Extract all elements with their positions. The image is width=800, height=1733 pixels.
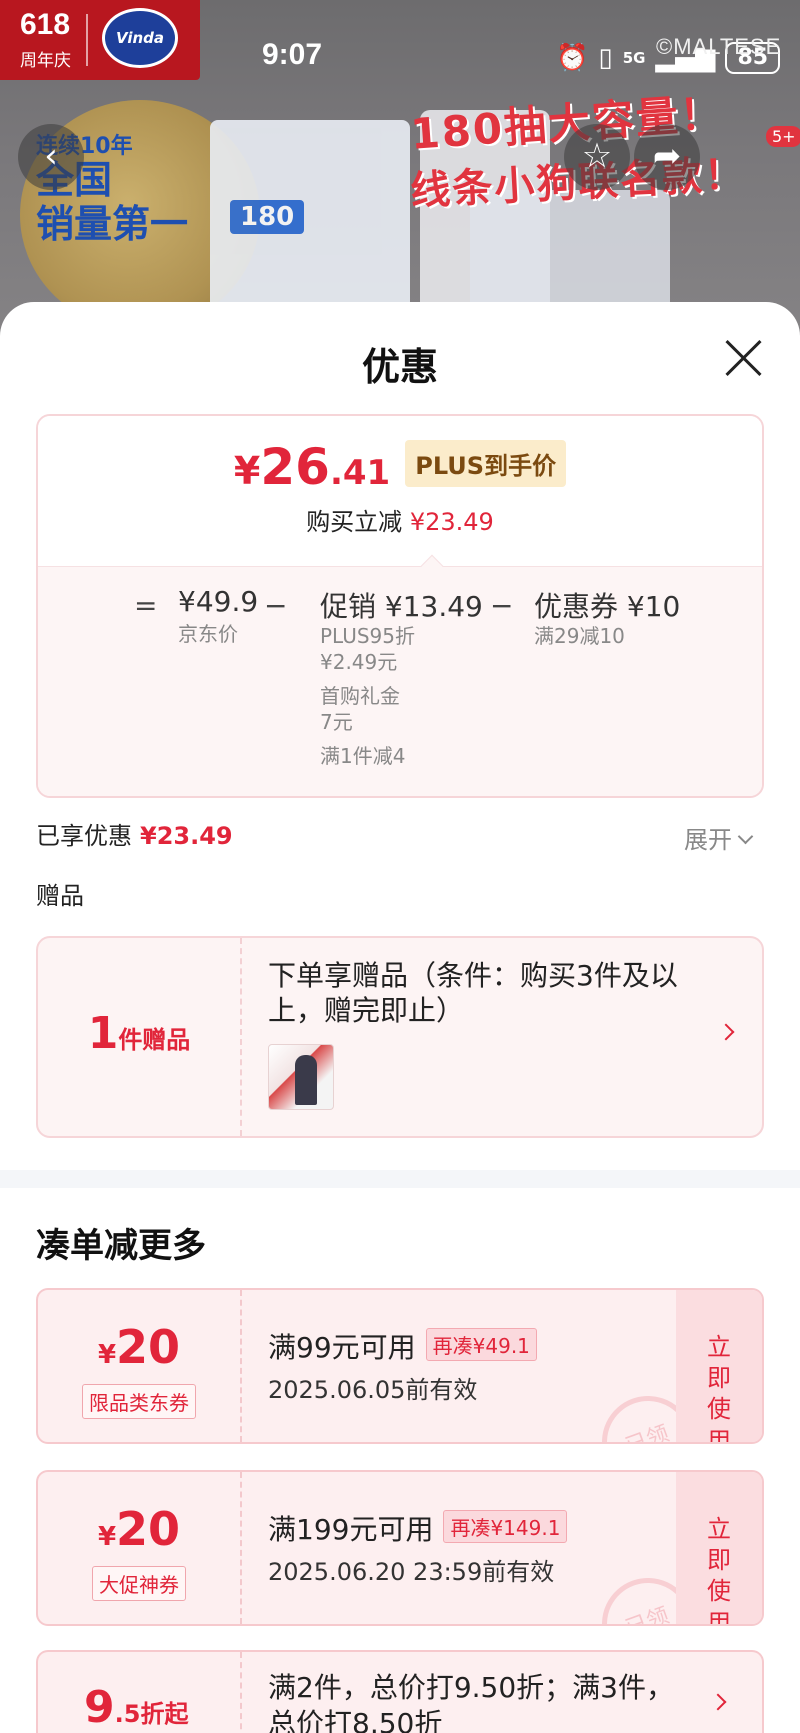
section-divider [0, 1170, 800, 1188]
status-time: 9:07 [262, 38, 323, 71]
coupon-amount: ¥20 [38, 1502, 240, 1556]
instant-reduction: 购买立减 ¥23.49 [38, 502, 762, 537]
price-integer: 26 [260, 438, 330, 496]
coupon-extra-tag: 再凑¥49.1 [425, 1328, 537, 1361]
enjoyed-amount: ¥23.49 [140, 822, 233, 850]
coupon-amount-number: 20 [116, 1502, 181, 1556]
promo-amount: 促销 ¥13.49 [320, 590, 483, 623]
jd-price-label: 京东价 [178, 622, 238, 646]
event-subtitle: 周年庆 [20, 51, 71, 71]
price-summary: ¥26.41 PLUS到手价 购买立减 ¥23.49 [38, 416, 762, 566]
promo-item-4: 7元 [320, 710, 353, 734]
coupon-type-tag: 限品类东券 [82, 1384, 196, 1419]
star-icon: ☆ [581, 136, 613, 176]
coupon-amount: 优惠券 ¥10 [534, 590, 681, 623]
coupon-card: ¥20 大促神券 满199元可用 再凑¥149.1 2025.06.20 23:5… [36, 1470, 764, 1626]
gift-thumbnail [268, 1044, 334, 1110]
coupon-card: ¥20 限品类东券 满99元可用 再凑¥49.1 2025.06.05前有效 已领… [36, 1288, 764, 1444]
price-decimal: .41 [329, 453, 391, 493]
favorite-button[interactable]: ☆ [564, 124, 630, 190]
use-now-button[interactable]: 立即使用 [676, 1290, 762, 1442]
reduction-amount: ¥23.49 [409, 508, 494, 536]
minus-sign-2: − [490, 589, 514, 622]
vibrate-icon: ▯ [598, 43, 613, 73]
back-button[interactable]: ‹ [18, 124, 84, 190]
discount-rate-suffix: .5折起 [114, 1700, 189, 1728]
use-now-button[interactable]: 立即使用 [676, 1472, 762, 1624]
coupon-value: ¥20 大促神券 [38, 1472, 242, 1624]
coupon-note: 满29减10 [534, 624, 625, 648]
discount-sheet: 优惠 ¥26.41 PLUS到手价 购买立减 ¥23.49 = ¥49.9 京东… [0, 302, 800, 1733]
gift-section-label: 赠品 [36, 882, 84, 910]
price-breakdown-card: ¥26.41 PLUS到手价 购买立减 ¥23.49 = ¥49.9 京东价 −… [36, 414, 764, 798]
share-button[interactable]: ➦ [634, 124, 700, 190]
chevron-down-icon [737, 828, 754, 845]
reduction-label: 购买立减 [306, 508, 403, 536]
gift-count-unit: 件赠品 [118, 1026, 191, 1054]
coupon-condition-text: 满199元可用 [268, 1513, 434, 1546]
discount-coupon-card[interactable]: 9.5折起 满2件，总价打9.50折；满3件，总价打8.50折 [36, 1650, 764, 1733]
enjoyed-discount: 已享优惠 ¥23.49 [36, 816, 233, 851]
discount-rate: 9.5折起 [84, 1682, 188, 1733]
618-badge: 618 周年庆 Vinda [0, 0, 200, 80]
gift-condition: 下单享赠品（条件：购买3件及以上，赠完即止） [268, 959, 678, 1027]
plus-price-tag: PLUS到手价 [405, 440, 567, 487]
coupon-extra-tag: 再凑¥149.1 [443, 1510, 568, 1543]
more-discounts-title: 凑单减更多 [36, 1226, 206, 1266]
enjoyed-label: 已享优惠 [36, 822, 132, 850]
price-calculation: = ¥49.9 京东价 − 促销 ¥13.49 PLUS95折 ¥2.49元 首… [38, 566, 762, 796]
coupon-validity: 2025.06.20 23:59前有效 [268, 1558, 555, 1586]
expand-label: 展开 [684, 826, 732, 854]
coupon-condition: 满99元可用 再凑¥49.1 [268, 1326, 537, 1366]
equals-sign: = [134, 589, 158, 622]
jd-price: ¥49.9 [178, 585, 259, 618]
expand-button[interactable]: 展开 [684, 820, 754, 855]
gift-count-number: 1 [87, 1008, 119, 1059]
brand-logo: Vinda [102, 8, 178, 68]
minus-sign-1: − [264, 589, 288, 622]
gift-count: 1件赠品 [38, 938, 242, 1136]
coupon-amount-number: 20 [116, 1320, 181, 1374]
promo-item-1: PLUS95折 [320, 624, 415, 648]
coupon-validity: 2025.06.05前有效 [268, 1376, 478, 1404]
back-arrow-icon: ‹ [44, 136, 58, 176]
alarm-icon: ⏰ [556, 43, 589, 73]
gift-card[interactable]: 1件赠品 下单享赠品（条件：购买3件及以上，赠完即止） [36, 936, 764, 1138]
coupon-value: 9.5折起 [38, 1652, 242, 1733]
coupon-condition-text: 满99元可用 [268, 1331, 416, 1364]
watermark: ©MALTESE [656, 34, 782, 59]
discount-rule: 满2件，总价打9.50折；满3件，总价打8.50折 [268, 1671, 674, 1733]
final-price: ¥26.41 PLUS到手价 [38, 438, 762, 496]
sheet-title: 优惠 [361, 345, 438, 389]
discount-rate-number: 9 [84, 1682, 115, 1733]
coupon-type-tag: 大促神券 [92, 1566, 186, 1601]
promo-item-5: 满1件减4 [320, 744, 406, 768]
chevron-right-icon [717, 1023, 735, 1041]
price-currency: ¥ [233, 449, 261, 493]
pack-count-tag: 180 [230, 200, 305, 234]
share-icon: ➦ [652, 136, 682, 176]
promo-item-2: ¥2.49元 [320, 650, 398, 674]
coupon-amount: ¥20 [38, 1320, 240, 1374]
coupon-currency: ¥ [97, 1522, 117, 1552]
coupon-value: ¥20 限品类东券 [38, 1290, 242, 1442]
event-number: 618 [20, 8, 71, 41]
close-button[interactable] [722, 336, 766, 380]
medal-line3: 销量第一 [36, 201, 189, 246]
promo-item-3: 首购礼金 [320, 684, 400, 708]
badge-divider [86, 14, 88, 66]
coupon-condition: 满199元可用 再凑¥149.1 [268, 1508, 568, 1548]
share-count-badge: 5+ [766, 126, 800, 147]
signal-5g-icon: 5G [622, 49, 646, 67]
coupon-currency: ¥ [97, 1340, 117, 1370]
chevron-right-icon [709, 1693, 727, 1711]
